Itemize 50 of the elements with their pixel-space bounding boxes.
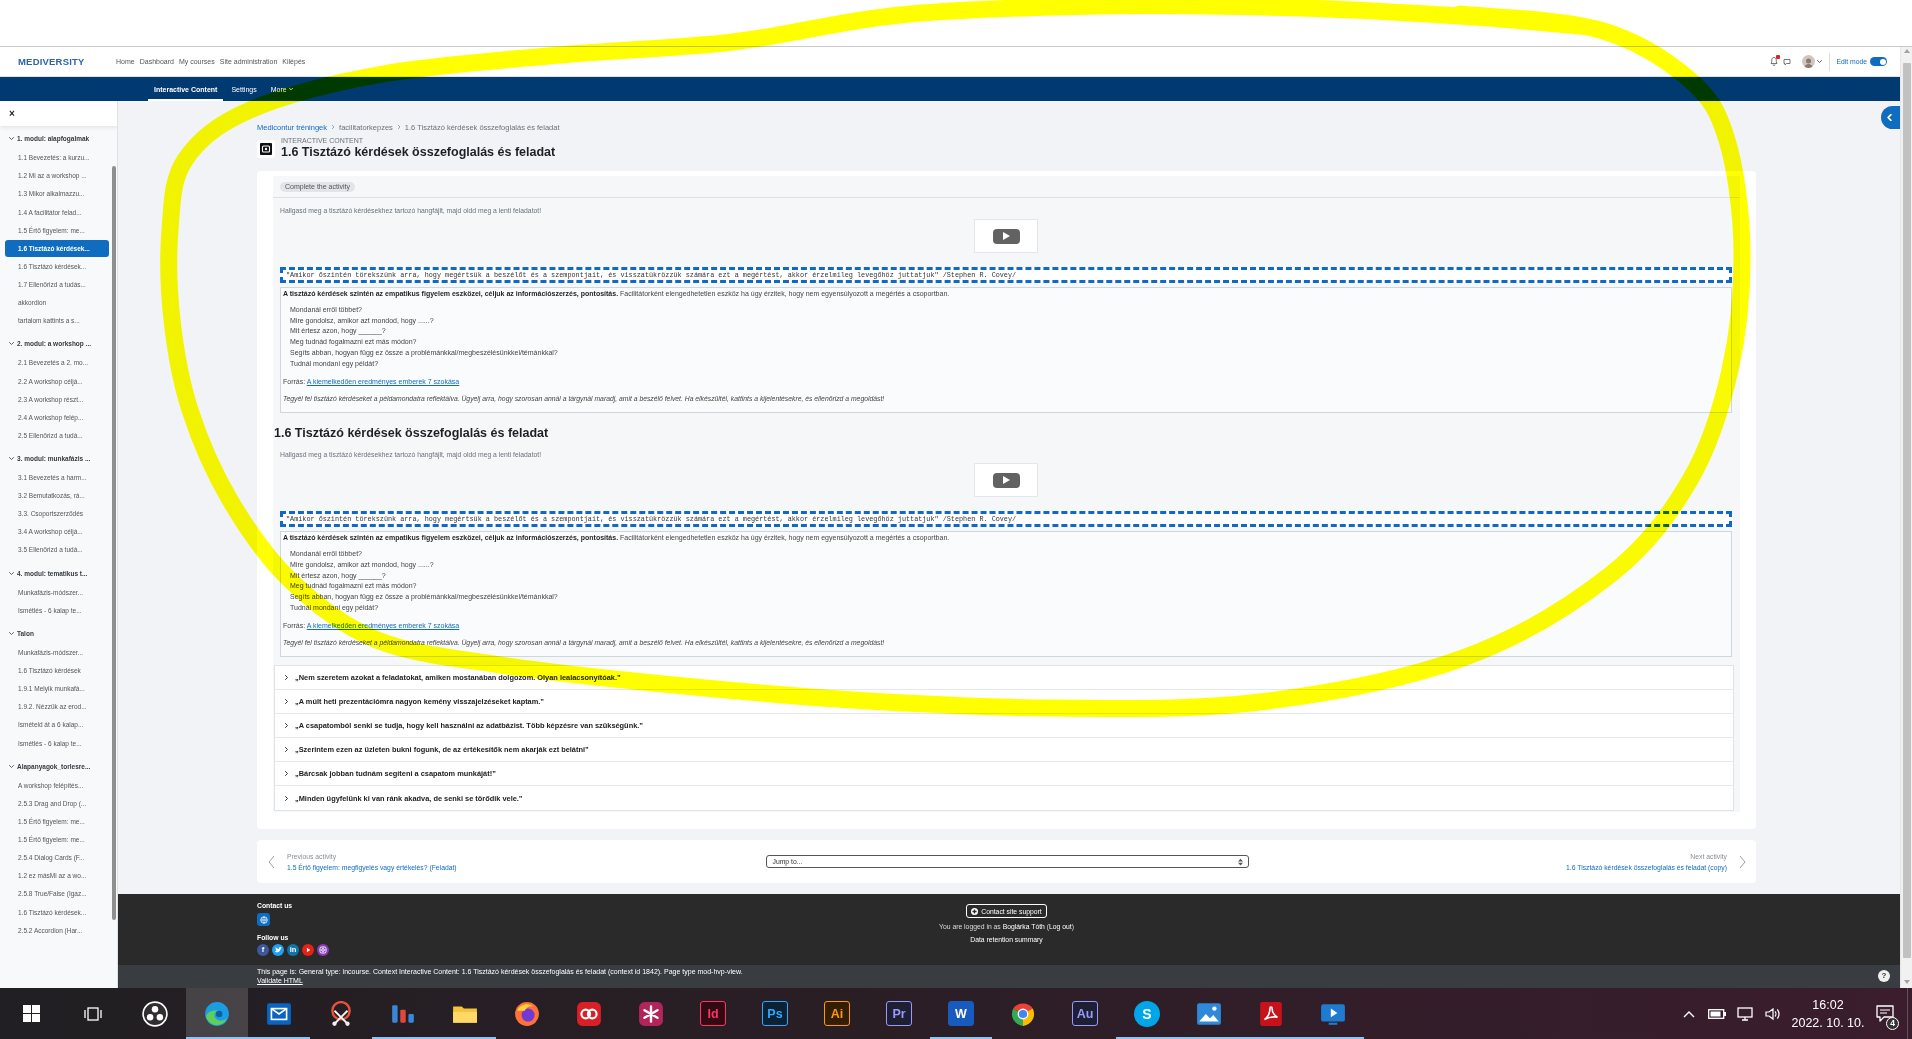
- play-button[interactable]: [992, 472, 1020, 488]
- sidebar-scrollbar[interactable]: [112, 166, 116, 920]
- taskbar-app-button[interactable]: Ps: [744, 988, 806, 1039]
- taskbar-app-button[interactable]: Ai: [806, 988, 868, 1039]
- app-logo: Au: [1072, 1001, 1098, 1026]
- taskbar-app-button[interactable]: Pr: [868, 988, 930, 1039]
- edit-mode-toggle[interactable]: [1870, 57, 1887, 66]
- clock-date[interactable]: 2022. 10. 10.: [1791, 1015, 1865, 1030]
- network-icon[interactable]: [1737, 1006, 1753, 1021]
- bell-icon[interactable]: [1770, 57, 1779, 66]
- windows-logo-icon: [22, 1005, 40, 1022]
- taskbar-app-button[interactable]: Au: [1054, 988, 1116, 1039]
- chevron-down-icon[interactable]: [1817, 59, 1823, 64]
- play-icon: [1002, 232, 1010, 240]
- page-title: 1.6 Tisztázó kérdések összefoglalás és feladat: [281, 145, 556, 160]
- app-logo: W: [948, 1001, 974, 1026]
- plus-circle-icon: [971, 907, 979, 915]
- notification-icon[interactable]: [1876, 1005, 1894, 1022]
- camera-icon[interactable]: [317, 944, 329, 956]
- task-view-icon: [84, 1005, 102, 1022]
- taskbar-app-button[interactable]: W: [930, 988, 992, 1039]
- page-scrollbar[interactable]: [1900, 47, 1912, 988]
- notification-count: 4: [1886, 1017, 1899, 1030]
- app-logo: Ps: [762, 1001, 788, 1026]
- taskbar-app-button[interactable]: Id: [682, 988, 744, 1039]
- chevron-left-icon: [1886, 114, 1893, 121]
- chat-icon[interactable]: [1783, 57, 1792, 66]
- drawer-toggle-button[interactable]: [1881, 106, 1900, 129]
- app-logo: Id: [700, 1001, 726, 1026]
- globe-icon[interactable]: [257, 913, 270, 926]
- play-button[interactable]: [992, 228, 1020, 244]
- chevron-up-icon[interactable]: [1683, 1009, 1695, 1018]
- app-logo: S: [1134, 1000, 1160, 1027]
- activity-icon: [257, 139, 275, 158]
- avatar-icon[interactable]: [1802, 55, 1816, 68]
- app-logo: Pr: [886, 1001, 912, 1026]
- clock-time[interactable]: 16:02: [1812, 997, 1844, 1012]
- battery-icon[interactable]: [1708, 1008, 1726, 1019]
- scrollbar-thumb[interactable]: [1902, 63, 1911, 958]
- breadcrumb-separator-icon: [396, 124, 401, 130]
- updown-caret-icon: [1237, 857, 1243, 866]
- site-logo[interactable]: MEDIVERSITY: [18, 56, 116, 67]
- section-heading: 1.6 Tisztázó kérdések összefoglalás és feladat: [274, 426, 550, 441]
- bird-icon[interactable]: [272, 944, 284, 956]
- volume-icon[interactable]: [1765, 1006, 1781, 1021]
- play-icon[interactable]: [302, 944, 314, 956]
- close-button[interactable]: ×: [7, 107, 17, 120]
- breadcrumb-separator-icon: [331, 124, 336, 130]
- app-logo: Ai: [824, 1001, 850, 1026]
- play-icon: [1002, 476, 1010, 485]
